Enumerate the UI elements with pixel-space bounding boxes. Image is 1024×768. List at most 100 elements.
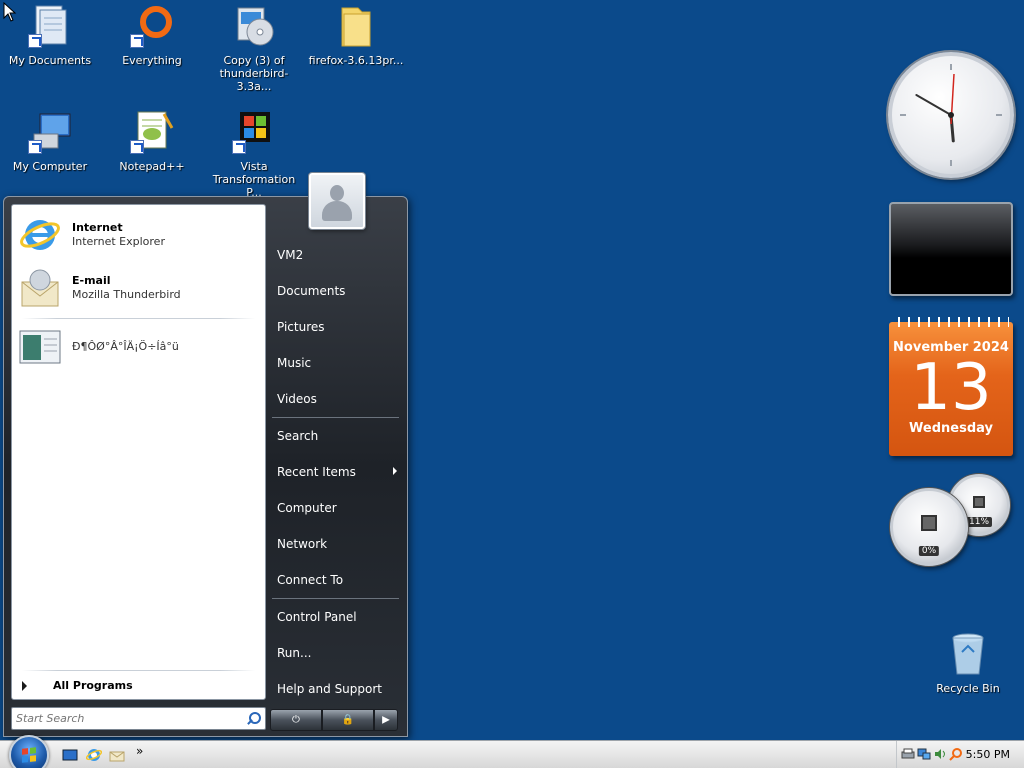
quick-launch-overflow-button[interactable]: »: [136, 744, 143, 758]
start-menu-link-search[interactable]: Search: [268, 418, 403, 454]
recent-program-title: Ð¶ÔØ°Â°ÎÄ¡Ö÷Íâ°ü: [72, 340, 179, 353]
start-menu-link-label: Computer: [277, 501, 337, 515]
start-menu-link-network[interactable]: Network: [268, 526, 403, 562]
start-menu-link-label: Recent Items: [277, 465, 356, 479]
network-icon[interactable]: [917, 747, 931, 761]
search-icon[interactable]: [245, 711, 261, 727]
start-menu-link-documents[interactable]: Documents: [268, 273, 403, 309]
printer-icon[interactable]: [901, 747, 915, 761]
power-icon: ⏻: [292, 714, 300, 726]
desktop-icon-label: Vista Transformation P...: [212, 160, 296, 199]
memory-chip-icon: [973, 496, 985, 509]
power-options-button[interactable]: ▶: [374, 709, 398, 731]
calendar-rings: [893, 317, 1009, 327]
show-desktop-icon[interactable]: [62, 747, 78, 763]
cpu-chip-icon: [921, 515, 937, 532]
desktop-icon-thunderbird-installer[interactable]: Copy (3) of thunderbird-3.3a...: [204, 2, 304, 93]
pinned-item-internet[interactable]: Internet Internet Explorer: [18, 211, 258, 259]
start-menu-link-label: Videos: [277, 392, 317, 406]
start-menu-link-label: Run...: [277, 646, 312, 660]
desktop-icon-vista-transformation[interactable]: Vista Transformation P...: [204, 108, 304, 199]
desktop-icon-everything[interactable]: Everything: [102, 2, 202, 67]
desktop-icon-label: Recycle Bin: [936, 682, 1000, 695]
start-menu-link-label: Documents: [277, 284, 346, 298]
start-menu-link-pictures[interactable]: Pictures: [268, 309, 403, 345]
thunderbird-mail-icon: [18, 266, 62, 310]
start-menu-link-label: Music: [277, 356, 312, 370]
power-buttons: ⏻ 🔒 ▶: [270, 709, 398, 731]
my-computer-icon: [26, 108, 74, 156]
everything-search-icon: [128, 2, 176, 50]
pinned-item-title: Internet: [72, 221, 123, 234]
folder-icon: [332, 2, 380, 50]
taskbar-clock[interactable]: 5:50 PM: [966, 748, 1010, 761]
lock-button[interactable]: 🔒: [322, 709, 374, 731]
start-menu-link-connect-to[interactable]: Connect To: [268, 562, 403, 598]
desktop-icon-label: Notepad++: [119, 160, 185, 173]
recent-program-item[interactable]: Ð¶ÔØ°Â°ÎÄ¡Ö÷Íâ°ü: [18, 323, 258, 371]
cpu-meter-gadget[interactable]: 11% 0%: [888, 474, 1016, 572]
start-menu: Internet Internet Explorer E-mail Mozill…: [3, 173, 408, 737]
start-menu-link-label: Control Panel: [277, 610, 357, 624]
start-menu-link-vm2[interactable]: VM2: [268, 237, 403, 273]
calendar-gadget[interactable]: November 2024 13 Wednesday: [889, 317, 1013, 456]
start-menu-link-label: Search: [277, 429, 319, 443]
cpu-percent: 0%: [918, 546, 940, 556]
start-menu-link-label: VM2: [277, 248, 304, 262]
shortcut-arrow-icon: [232, 140, 246, 154]
start-menu-link-label: Help and Support: [277, 682, 382, 696]
desktop-icon-recycle-bin[interactable]: Recycle Bin: [918, 630, 1018, 695]
desktop-icon-my-computer[interactable]: My Computer: [0, 108, 100, 173]
desktop-icon-label: My Documents: [8, 54, 92, 67]
power-button[interactable]: ⏻: [270, 709, 322, 731]
chevron-right-icon: ▶: [382, 714, 390, 726]
start-menu-link-music[interactable]: Music: [268, 345, 403, 381]
taskbar: » 5:50 PM: [0, 735, 1024, 768]
start-menu-link-label: Network: [277, 537, 328, 551]
pinned-item-title: E-mail: [72, 274, 111, 287]
shortcut-arrow-icon: [130, 34, 144, 48]
recycle-bin-icon: [944, 630, 992, 678]
start-search-input[interactable]: [16, 712, 245, 725]
all-programs-label: All Programs: [53, 679, 133, 692]
desktop-icon-label: Copy (3) of thunderbird-3.3a...: [219, 54, 289, 93]
system-tray: 5:50 PM: [896, 741, 1024, 768]
all-programs-separator: [22, 670, 255, 671]
clock-gadget[interactable]: [888, 52, 1014, 178]
pinned-item-email[interactable]: E-mail Mozilla Thunderbird: [18, 264, 258, 312]
start-menu-link-help-and-support[interactable]: Help and Support: [268, 671, 403, 707]
desktop-icon-firefox-folder[interactable]: firefox-3.6.13pr...: [306, 2, 406, 67]
start-menu-link-control-panel[interactable]: Control Panel: [268, 599, 403, 635]
calendar-day: 13: [910, 351, 992, 425]
start-menu-places-pane: VM2 Documents Pictures Music Videos Search Rec…: [268, 237, 403, 707]
everything-search-icon[interactable]: [949, 747, 963, 761]
slideshow-gadget[interactable]: [889, 202, 1013, 296]
cpu-gauge: 0%: [890, 488, 968, 566]
start-menu-link-run[interactable]: Run...: [268, 635, 403, 671]
all-programs-button[interactable]: All Programs: [22, 679, 133, 692]
memory-percent: 11%: [965, 517, 993, 527]
user-body-icon: [322, 201, 352, 221]
thunderbird-mail-icon[interactable]: [109, 747, 125, 763]
start-button[interactable]: [9, 735, 49, 768]
start-menu-link-computer[interactable]: Computer: [268, 490, 403, 526]
lock-icon: 🔒: [341, 714, 355, 726]
calendar-weekday: Wednesday: [909, 421, 993, 436]
windows-logo-icon: [22, 747, 36, 763]
volume-icon[interactable]: [933, 747, 947, 761]
start-menu-link-recent-items[interactable]: Recent Items: [268, 454, 403, 490]
user-picture[interactable]: [309, 173, 365, 229]
start-search-box[interactable]: [11, 707, 266, 730]
shortcut-arrow-icon: [28, 34, 42, 48]
internet-explorer-icon[interactable]: [85, 747, 103, 763]
start-menu-link-label: Connect To: [277, 573, 344, 587]
window-app-icon: [18, 325, 62, 369]
desktop-icon-notepad-plus-plus[interactable]: Notepad++: [102, 108, 202, 173]
shortcut-arrow-icon: [28, 140, 42, 154]
my-documents-icon: [26, 2, 74, 50]
clock-minute-hand: [915, 94, 952, 116]
desktop-icon-label: Everything: [122, 54, 182, 67]
notepad-plus-plus-icon: [128, 108, 176, 156]
start-menu-link-videos[interactable]: Videos: [268, 381, 403, 417]
vista-transformation-icon: [230, 108, 278, 156]
